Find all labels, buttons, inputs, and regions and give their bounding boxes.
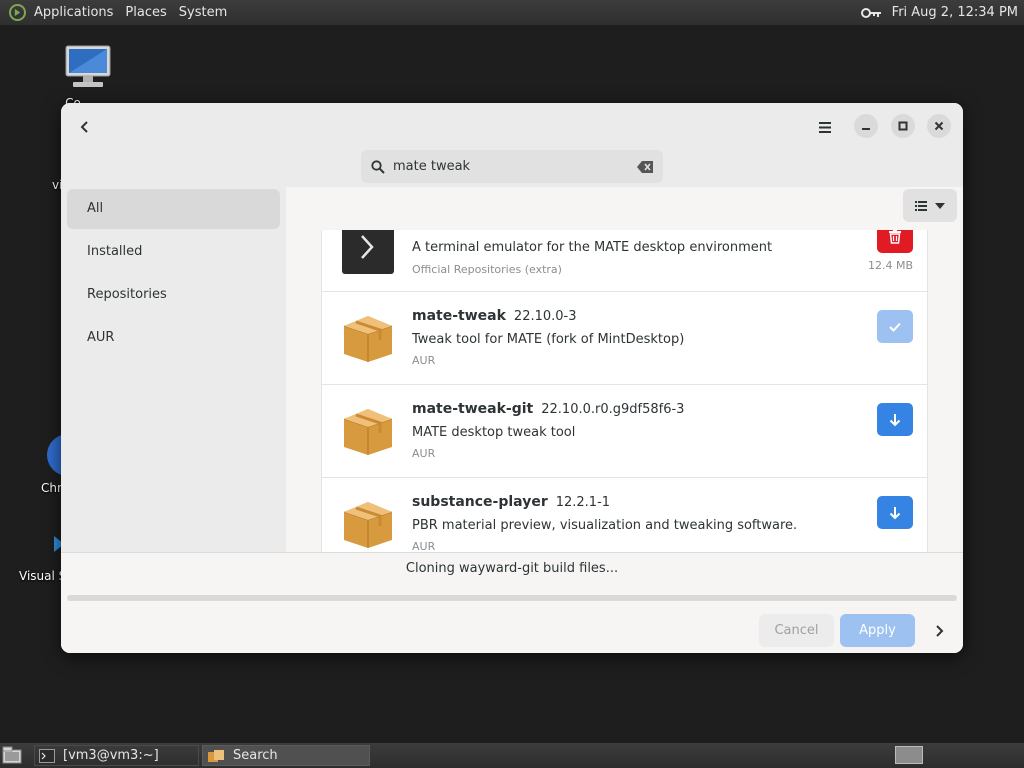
package-row[interactable]: mate-tweak-git 22.10.0.r0.g9df58f6-3 MATE… — [322, 385, 927, 478]
package-description: A terminal emulator for the MATE desktop… — [412, 240, 773, 255]
package-box-icon — [343, 502, 393, 548]
list-view-icon — [915, 200, 927, 211]
distro-logo-icon[interactable] — [9, 4, 26, 21]
taskbar-item-terminal[interactable]: [vm3@vm3:~] — [34, 745, 199, 766]
search-box — [361, 150, 663, 183]
desktop-icon-label: Visual S — [19, 569, 67, 583]
desktop-chromium-icon[interactable] — [46, 432, 62, 478]
package-row[interactable]: A terminal emulator for the MATE desktop… — [322, 230, 927, 292]
view-mode-button[interactable] — [903, 189, 957, 222]
package-version: 22.10.0.r0.g9df58f6-3 — [541, 402, 685, 417]
top-panel: Applications Places System Fri Aug 2, 12… — [0, 0, 1024, 25]
maximize-icon — [898, 121, 908, 131]
bottom-taskbar: [vm3@vm3:~] Search — [0, 743, 1024, 768]
dropdown-arrow-icon — [935, 202, 945, 209]
taskbar-item-label: [vm3@vm3:~] — [63, 748, 159, 763]
close-button[interactable] — [927, 114, 951, 138]
taskbar-item-label: Search — [233, 748, 278, 763]
network-icon[interactable] — [860, 6, 883, 20]
sidebar-item-installed[interactable]: Installed — [67, 232, 280, 272]
hamburger-icon — [819, 121, 831, 133]
header-bar — [61, 103, 963, 187]
desktop-computer-icon[interactable] — [58, 44, 118, 93]
search-icon — [371, 159, 385, 174]
package-title: substance-player 12.2.1-1 — [412, 494, 610, 510]
package-name: mate-tweak — [412, 308, 506, 324]
package-repo: AUR — [412, 447, 436, 460]
sidebar-item-all[interactable]: All — [67, 189, 280, 229]
terminal-icon — [342, 230, 394, 274]
install-button[interactable] — [877, 496, 913, 529]
package-box-icon — [208, 749, 224, 762]
package-description: PBR material preview, visualization and … — [412, 518, 798, 533]
package-list-area: A terminal emulator for the MATE desktop… — [286, 230, 963, 552]
package-row[interactable]: substance-player 12.2.1-1 PBR material pr… — [322, 478, 927, 552]
clock[interactable]: Fri Aug 2, 12:34 PM — [892, 5, 1024, 20]
applications-menu[interactable]: Applications — [28, 0, 119, 25]
package-description: Tweak tool for MATE (fork of MintDesktop… — [412, 332, 685, 347]
chevron-right-icon — [936, 624, 944, 637]
package-name: mate-tweak-git — [412, 401, 534, 417]
clear-text-icon[interactable] — [637, 160, 653, 173]
package-box-icon — [343, 316, 393, 362]
package-box-icon — [343, 409, 393, 455]
package-title: mate-tweak 22.10.0-3 — [412, 308, 577, 324]
installed-toggle-button[interactable] — [877, 310, 913, 343]
details-button[interactable] — [927, 614, 951, 647]
status-text: Cloning wayward-git build files... — [405, 561, 619, 576]
sidebar: All Installed Repositories AUR — [61, 184, 286, 552]
show-desktop-icon[interactable] — [2, 746, 22, 765]
maximize-button[interactable] — [891, 114, 915, 138]
package-repo: AUR — [412, 354, 436, 367]
install-button[interactable] — [877, 403, 913, 436]
package-list: A terminal emulator for the MATE desktop… — [321, 230, 928, 552]
workspace-switcher[interactable] — [895, 746, 923, 764]
package-title: mate-tweak-git 22.10.0.r0.g9df58f6-3 — [412, 401, 684, 417]
sidebar-item-aur[interactable]: AUR — [67, 318, 280, 358]
apply-button[interactable]: Apply — [840, 614, 915, 647]
package-repo: AUR — [412, 540, 436, 552]
chevron-left-icon — [80, 121, 88, 133]
trash-icon — [889, 230, 901, 244]
close-icon — [934, 121, 944, 131]
sidebar-item-repositories[interactable]: Repositories — [67, 275, 280, 315]
package-description: MATE desktop tweak tool — [412, 425, 576, 440]
check-icon — [889, 322, 901, 332]
search-input[interactable] — [393, 159, 637, 174]
main-menu-button[interactable] — [813, 115, 837, 139]
package-name: substance-player — [412, 494, 548, 510]
download-icon — [889, 413, 901, 426]
desktop-icon-label: Chr — [41, 481, 62, 495]
minimize-icon — [862, 128, 870, 130]
terminal-icon — [39, 748, 55, 763]
download-icon — [889, 506, 901, 519]
software-dialog: All Installed Repositories AUR A termina… — [61, 103, 963, 653]
taskbar-item-search[interactable]: Search — [202, 745, 370, 766]
minimize-button[interactable] — [854, 114, 878, 138]
cancel-button[interactable]: Cancel — [759, 614, 834, 647]
package-repo: Official Repositories (extra) — [412, 263, 562, 276]
package-version: 12.2.1-1 — [555, 495, 611, 510]
package-size: 12.4 MB — [867, 259, 913, 272]
status-bar: Cloning wayward-git build files... Cance… — [61, 552, 963, 653]
computer-icon — [65, 45, 111, 87]
remove-button[interactable] — [877, 230, 913, 253]
places-menu[interactable]: Places — [119, 0, 172, 25]
system-menu[interactable]: System — [173, 0, 233, 25]
package-row[interactable]: mate-tweak 22.10.0-3 Tweak tool for MATE … — [322, 292, 927, 385]
back-button[interactable] — [73, 115, 97, 139]
progress-bar — [67, 595, 957, 601]
package-version: 22.10.0-3 — [513, 309, 577, 324]
